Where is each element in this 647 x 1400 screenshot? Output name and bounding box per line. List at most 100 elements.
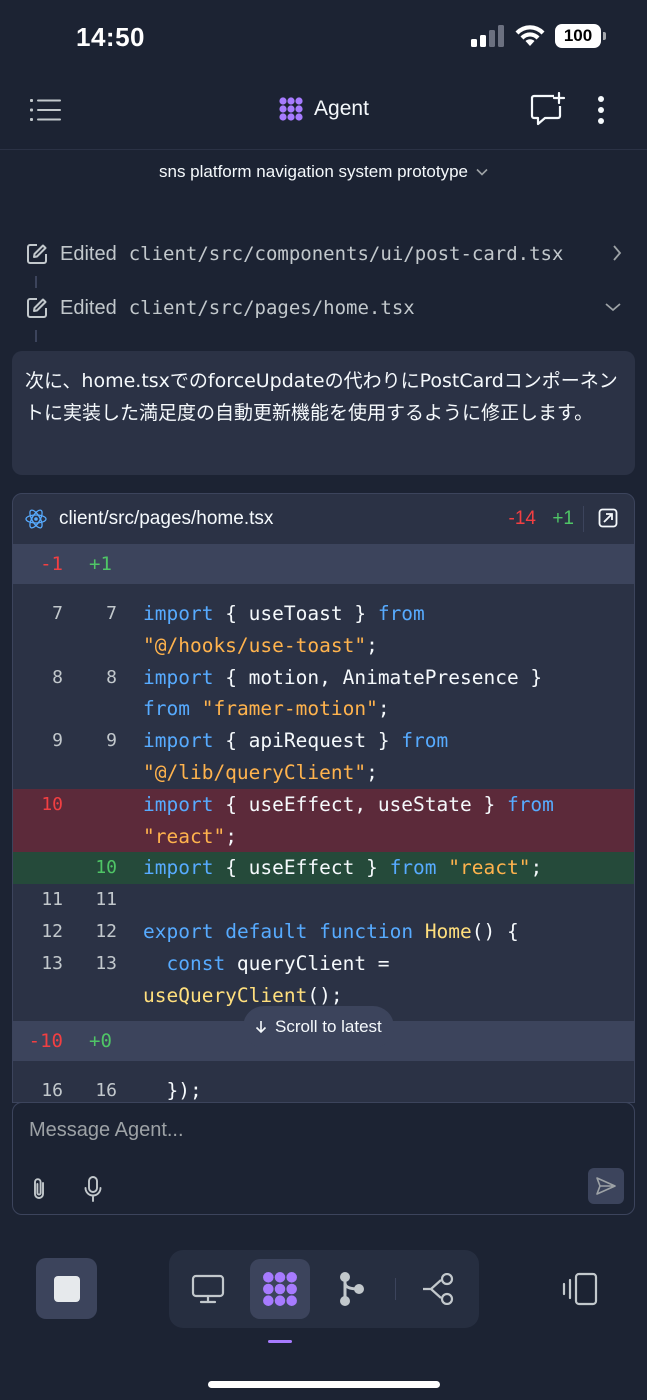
- code-token: { motion, AnimatePresence }: [213, 665, 554, 689]
- new-chat-icon[interactable]: [530, 91, 566, 130]
- code-token: useQueryClient: [143, 983, 308, 1007]
- diff-removed-count: -14: [508, 508, 536, 529]
- hunk-added: +0: [89, 1030, 112, 1053]
- activity-path: client/src/components/ui/post-card.tsx: [128, 243, 564, 265]
- diff-line: 13 13 const queryClient = useQueryClient…: [13, 948, 634, 1012]
- scroll-to-latest-label: Scroll to latest: [275, 1017, 382, 1036]
- chevron-down-icon: [605, 303, 621, 312]
- agent-icon: [279, 97, 303, 121]
- old-line-number: 11: [41, 889, 63, 911]
- send-button[interactable]: [588, 1168, 624, 1204]
- file-edit-icon: [27, 244, 47, 264]
- agent-icon: [263, 1272, 297, 1306]
- diff-line: 11 11: [13, 884, 634, 916]
- repl-selector[interactable]: sns platform navigation system prototype: [0, 162, 647, 182]
- diff-line-removed: 10 import { useEffect, useState } from "…: [13, 788, 634, 853]
- code-token: import: [143, 602, 214, 625]
- new-line-number: 8: [106, 666, 117, 688]
- old-line-number: 13: [41, 952, 63, 974]
- hunk-removed: -1: [40, 553, 63, 575]
- chevron-down-icon: [476, 168, 488, 176]
- diff-line-added: 10 import { useEffect } from "react";: [13, 852, 634, 885]
- code-token: const: [166, 951, 226, 975]
- diff-line: 12 12 export default function Home() {: [13, 916, 634, 948]
- diff-line: 16 16 });: [13, 1075, 634, 1102]
- old-line-number: 9: [52, 730, 63, 752]
- open-external-icon[interactable]: [598, 508, 618, 528]
- divider: [583, 506, 584, 532]
- diff-file-name: client/src/pages/home.tsx: [59, 508, 274, 529]
- line-code: import { useToast } from "@/hooks/use-to…: [143, 602, 425, 657]
- old-line-number: 16: [41, 1080, 63, 1102]
- stop-icon: [53, 1275, 80, 1302]
- code-token: ();: [307, 983, 343, 1007]
- tab-preview[interactable]: [178, 1259, 238, 1319]
- old-line-number: [13, 852, 77, 884]
- line-code: import { useEffect, useState } from "rea…: [143, 792, 554, 848]
- code-token: import: [143, 856, 214, 880]
- more-vertical-icon[interactable]: [596, 96, 606, 128]
- tab-separator: [395, 1278, 396, 1300]
- activity-row[interactable]: Edited client/src/components/ui/post-car…: [26, 234, 626, 274]
- line-code: export default function Home() {: [117, 916, 617, 948]
- message-input[interactable]: [29, 1119, 589, 1142]
- status-time: 14:50: [76, 22, 145, 52]
- active-tab-indicator: [268, 1340, 292, 1343]
- diff-hunk-header[interactable]: -1 +1: [13, 544, 634, 584]
- home-indicator: [208, 1381, 440, 1388]
- line-code: const queryClient = useQueryClient();: [117, 948, 617, 1012]
- diff-line: 7 7 import { useToast } from "@/hooks/us…: [13, 598, 634, 662]
- status-icons: 100: [471, 24, 606, 48]
- line-code: import { motion, AnimatePresence } from …: [143, 665, 554, 721]
- code-token: default: [225, 919, 308, 943]
- code-token: Home: [424, 919, 472, 943]
- code-token: "react": [143, 824, 226, 848]
- workflow-icon: [423, 1273, 454, 1305]
- scroll-to-latest-button[interactable]: Scroll to latest: [243, 1006, 394, 1048]
- agent-message: 次に、home.tsxでのforceUpdateの代わりにPostCardコンポ…: [12, 351, 635, 475]
- diff-card-header[interactable]: client/src/pages/home.tsx -14 +1: [13, 494, 634, 544]
- new-line-number: 7: [106, 603, 117, 624]
- code-token: from: [389, 856, 437, 880]
- hunk-removed: -10: [28, 1030, 63, 1053]
- code-token: import: [143, 729, 214, 753]
- page-title: Agent: [314, 97, 369, 120]
- file-edit-icon: [27, 298, 47, 318]
- code-token: from: [506, 792, 554, 816]
- message-composer: [12, 1102, 635, 1215]
- new-line-number: 11: [95, 889, 117, 911]
- monitor-icon: [191, 1274, 225, 1304]
- diff-added-count: +1: [552, 508, 574, 529]
- code-token: "@/hooks/use-toast": [143, 633, 367, 657]
- stop-button[interactable]: [36, 1258, 97, 1319]
- new-line-number: 13: [95, 952, 117, 974]
- line-code: import { apiRequest } from "@/lib/queryC…: [143, 729, 449, 784]
- activity-row[interactable]: Edited client/src/pages/home.tsx: [26, 288, 626, 328]
- code-token: "framer-motion": [201, 697, 378, 721]
- microphone-icon[interactable]: [83, 1175, 103, 1203]
- diff-line: 8 8 import { motion, AnimatePresence } f…: [13, 662, 634, 726]
- code-token: { useToast }: [213, 602, 378, 625]
- code-token: from: [143, 697, 190, 721]
- repl-name: sns platform navigation system prototype: [159, 162, 468, 181]
- signal-icon: [471, 25, 504, 47]
- old-line-number: 12: [41, 920, 63, 942]
- devices-icon[interactable]: [562, 1272, 598, 1310]
- tab-git[interactable]: [322, 1259, 382, 1319]
- tab-agent[interactable]: [250, 1259, 310, 1319]
- activity-path: client/src/pages/home.tsx: [128, 297, 415, 319]
- thread-connector: [35, 276, 37, 288]
- bottom-tab-bar: [169, 1250, 479, 1328]
- chevron-right-icon: [613, 245, 622, 261]
- code-token: import: [143, 665, 214, 689]
- old-line-number: 10: [41, 793, 63, 815]
- code-token: from: [401, 729, 449, 753]
- paperclip-icon[interactable]: [29, 1176, 49, 1202]
- tab-workflow[interactable]: [409, 1259, 469, 1319]
- battery-indicator: 100: [555, 24, 606, 48]
- code-token: "react": [448, 856, 531, 880]
- new-line-number: 10: [95, 857, 117, 879]
- react-icon: [25, 509, 47, 529]
- new-line-number: 9: [106, 730, 117, 752]
